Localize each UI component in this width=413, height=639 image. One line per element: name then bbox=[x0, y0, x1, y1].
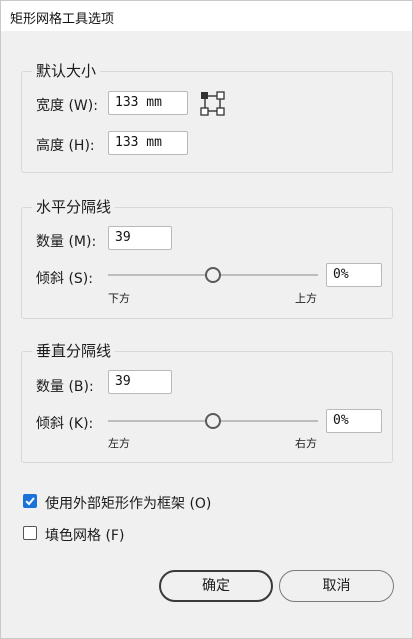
vertical-count-field[interactable]: 39 bbox=[108, 370, 172, 394]
vertical-dividers-title: 垂直分隔线 bbox=[32, 340, 116, 361]
horizontal-count-label: 数量 (M): bbox=[36, 234, 97, 250]
vertical-dividers-group: 垂直分隔线 bbox=[21, 340, 393, 463]
width-field[interactable]: 133 mm bbox=[108, 91, 188, 115]
vertical-skew-slider-thumb[interactable] bbox=[205, 413, 221, 429]
horizontal-skew-min-label: 下方 bbox=[108, 292, 130, 305]
vertical-skew-max-label: 右方 bbox=[295, 437, 317, 450]
use-outer-rect-label[interactable]: 使用外部矩形作为框架 (O) bbox=[45, 493, 211, 513]
horizontal-skew-max-label: 上方 bbox=[295, 292, 317, 305]
height-label: 高度 (H): bbox=[36, 138, 95, 154]
horizontal-dividers-title: 水平分隔线 bbox=[32, 196, 116, 217]
horizontal-skew-field[interactable]: 0% bbox=[326, 263, 382, 287]
vertical-skew-field[interactable]: 0% bbox=[326, 409, 382, 433]
title-bar[interactable]: 矩形网格工具选项 bbox=[1, 1, 412, 31]
fill-grid-checkbox[interactable] bbox=[23, 526, 37, 540]
horizontal-skew-label: 倾斜 (S): bbox=[36, 271, 93, 287]
vertical-count-label: 数量 (B): bbox=[36, 379, 94, 395]
reference-point-icon[interactable] bbox=[200, 91, 226, 117]
default-size-title: 默认大小 bbox=[32, 60, 101, 81]
cancel-button[interactable]: 取消 bbox=[279, 570, 394, 602]
default-size-group: 默认大小 bbox=[21, 60, 393, 173]
vertical-skew-label: 倾斜 (K): bbox=[36, 416, 94, 432]
checkmark-icon bbox=[25, 497, 35, 506]
horizontal-skew-slider-thumb[interactable] bbox=[205, 267, 221, 283]
horizontal-count-field[interactable]: 39 bbox=[108, 226, 172, 250]
rect-grid-options-dialog: 矩形网格工具选项 默认大小 宽度 (W): 133 mm 高度 (H): 133… bbox=[0, 0, 413, 639]
fill-grid-label[interactable]: 填色网格 (F) bbox=[45, 525, 124, 545]
vertical-skew-min-label: 左方 bbox=[108, 437, 130, 450]
width-label: 宽度 (W): bbox=[36, 98, 98, 114]
dialog-title: 矩形网格工具选项 bbox=[10, 12, 115, 27]
height-field[interactable]: 133 mm bbox=[108, 131, 188, 155]
use-outer-rect-checkbox[interactable] bbox=[23, 494, 37, 508]
ok-button[interactable]: 确定 bbox=[159, 570, 273, 602]
